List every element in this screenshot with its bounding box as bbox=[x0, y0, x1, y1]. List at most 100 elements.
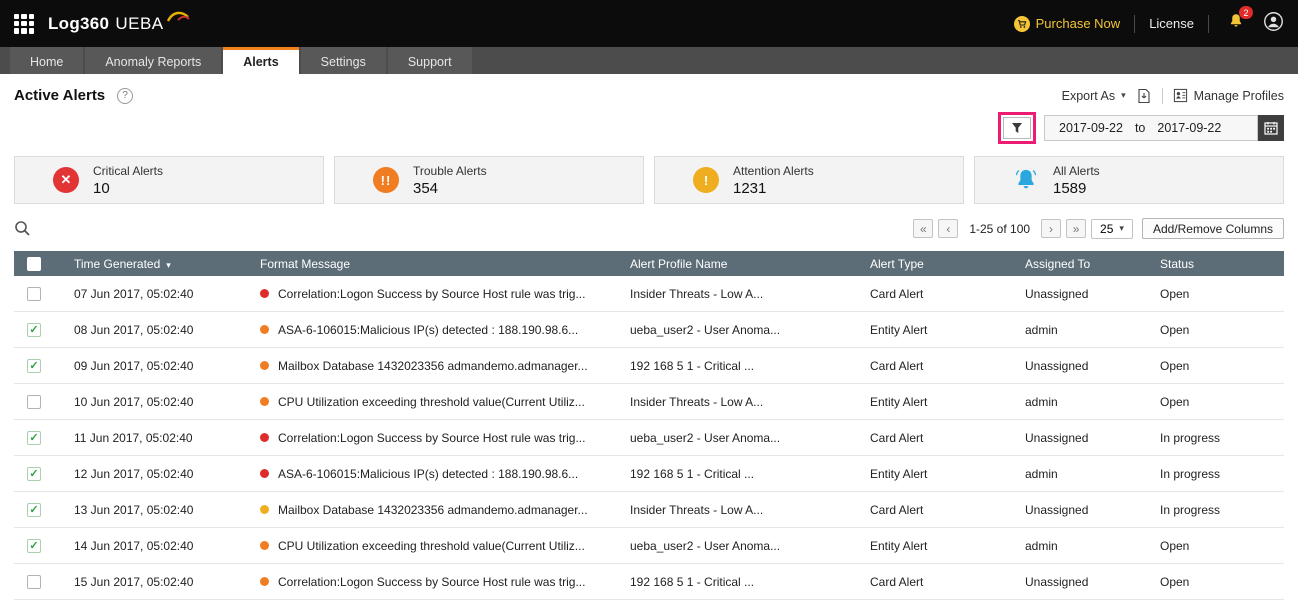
tab-alerts[interactable]: Alerts bbox=[223, 47, 298, 74]
card-count: 354 bbox=[413, 180, 487, 197]
filter-button[interactable] bbox=[1003, 117, 1031, 139]
tab-settings[interactable]: Settings bbox=[301, 47, 386, 74]
attention-alerts-card[interactable]: ! Attention Alerts 1231 bbox=[654, 156, 964, 204]
time-generated-cell: 10 Jun 2017, 05:02:40 bbox=[64, 395, 250, 409]
select-all-checkbox[interactable] bbox=[27, 257, 41, 271]
row-checkbox[interactable] bbox=[27, 287, 41, 301]
row-checkbox[interactable]: ✓ bbox=[27, 503, 41, 517]
add-remove-columns-button[interactable]: Add/Remove Columns bbox=[1142, 218, 1284, 239]
format-message-text: ASA-6-106015:Malicious IP(s) detected : … bbox=[278, 467, 578, 481]
date-to: 2017-09-22 bbox=[1157, 121, 1221, 135]
caret-down-icon: ▾ bbox=[1119, 223, 1124, 234]
export-as-button[interactable]: Export As ▾ bbox=[1062, 89, 1126, 103]
status-cell: In progress bbox=[1150, 503, 1284, 517]
table-row[interactable]: ✓08 Jun 2017, 05:02:40ASA-6-106015:Malic… bbox=[14, 312, 1284, 348]
nav-tabs: Home Anomaly Reports Alerts Settings Sup… bbox=[0, 47, 1298, 74]
format-message-cell: Correlation:Logon Success by Source Host… bbox=[250, 287, 620, 301]
assigned-to-cell: Unassigned bbox=[1015, 503, 1150, 517]
attention-alert-icon: ! bbox=[693, 167, 719, 193]
severity-dot-icon bbox=[260, 469, 269, 478]
notifications-button[interactable]: 2 bbox=[1227, 12, 1245, 35]
date-range-field[interactable]: 2017-09-22 to 2017-09-22 bbox=[1044, 115, 1258, 141]
user-profile-button[interactable] bbox=[1263, 11, 1284, 37]
table-row[interactable]: 15 Jun 2017, 05:02:40Correlation:Logon S… bbox=[14, 564, 1284, 600]
table-row[interactable]: 07 Jun 2017, 05:02:40Correlation:Logon S… bbox=[14, 276, 1284, 312]
table-row[interactable]: ✓11 Jun 2017, 05:02:40Correlation:Logon … bbox=[14, 420, 1284, 456]
row-checkbox[interactable]: ✓ bbox=[27, 431, 41, 445]
page-title: Active Alerts bbox=[14, 87, 105, 104]
column-alert-type[interactable]: Alert Type bbox=[860, 257, 1015, 271]
card-label: All Alerts bbox=[1053, 164, 1100, 178]
filter-row: 2017-09-22 to 2017-09-22 bbox=[0, 106, 1298, 154]
table-row[interactable]: ✓12 Jun 2017, 05:02:40ASA-6-106015:Malic… bbox=[14, 456, 1284, 492]
critical-alerts-card[interactable]: ✕ Critical Alerts 10 bbox=[14, 156, 324, 204]
topbar-right: Purchase Now License 2 bbox=[1014, 11, 1284, 37]
format-message-text: Mailbox Database 1432023356 admandemo.ad… bbox=[278, 503, 588, 517]
table-row[interactable]: ✓14 Jun 2017, 05:02:40CPU Utilization ex… bbox=[14, 528, 1284, 564]
card-count: 1231 bbox=[733, 180, 814, 197]
severity-dot-icon bbox=[260, 505, 269, 514]
row-checkbox[interactable] bbox=[27, 575, 41, 589]
tab-support[interactable]: Support bbox=[388, 47, 472, 74]
status-cell: Open bbox=[1150, 287, 1284, 301]
time-generated-cell: 13 Jun 2017, 05:02:40 bbox=[64, 503, 250, 517]
help-icon[interactable]: ? bbox=[117, 88, 133, 104]
alert-profile-name-cell: ueba_user2 - User Anoma... bbox=[620, 323, 860, 337]
card-count: 1589 bbox=[1053, 180, 1100, 197]
alert-type-cell: Card Alert bbox=[860, 359, 1015, 373]
assigned-to-cell: Unassigned bbox=[1015, 575, 1150, 589]
tab-home[interactable]: Home bbox=[10, 47, 83, 74]
all-alerts-card[interactable]: All Alerts 1589 bbox=[974, 156, 1284, 204]
search-icon[interactable] bbox=[14, 220, 31, 237]
column-assigned-to[interactable]: Assigned To bbox=[1015, 257, 1150, 271]
column-alert-profile-name[interactable]: Alert Profile Name bbox=[620, 257, 860, 271]
row-checkbox[interactable] bbox=[27, 395, 41, 409]
format-message-text: Correlation:Logon Success by Source Host… bbox=[278, 287, 585, 301]
manage-profiles-button[interactable]: Manage Profiles bbox=[1173, 88, 1284, 103]
format-message-cell: Correlation:Logon Success by Source Host… bbox=[250, 575, 620, 589]
purchase-now-label: Purchase Now bbox=[1036, 16, 1121, 31]
page-size-select[interactable]: 25 ▾ bbox=[1091, 219, 1133, 239]
tab-anomaly-reports[interactable]: Anomaly Reports bbox=[85, 47, 221, 74]
format-message-cell: Mailbox Database 1432023356 admandemo.ad… bbox=[250, 503, 620, 517]
date-from: 2017-09-22 bbox=[1059, 121, 1123, 135]
row-checkbox[interactable]: ✓ bbox=[27, 323, 41, 337]
date-range-separator: to bbox=[1135, 121, 1145, 135]
format-message-text: ASA-6-106015:Malicious IP(s) detected : … bbox=[278, 323, 578, 337]
table-row[interactable]: ✓09 Jun 2017, 05:02:40Mailbox Database 1… bbox=[14, 348, 1284, 384]
assigned-to-cell: Unassigned bbox=[1015, 359, 1150, 373]
calendar-button[interactable] bbox=[1258, 115, 1284, 141]
row-checkbox[interactable]: ✓ bbox=[27, 467, 41, 481]
column-time-generated[interactable]: Time Generated▾ bbox=[64, 257, 250, 271]
row-checkbox[interactable]: ✓ bbox=[27, 539, 41, 553]
brand-primary: Log360 bbox=[48, 14, 109, 34]
row-checkbox[interactable]: ✓ bbox=[27, 359, 41, 373]
purchase-now-link[interactable]: Purchase Now bbox=[1014, 16, 1121, 32]
apps-grid-icon[interactable] bbox=[14, 14, 34, 34]
alert-profile-name-cell: Insider Threats - Low A... bbox=[620, 503, 860, 517]
column-status[interactable]: Status bbox=[1150, 257, 1284, 271]
column-format-message[interactable]: Format Message bbox=[250, 257, 620, 271]
status-cell: Open bbox=[1150, 323, 1284, 337]
pagination-prev-button[interactable]: ‹ bbox=[938, 219, 958, 238]
table-row[interactable]: ✓ 13 Jun 2017, 05:02:40 Mailbox Database 1… bbox=[14, 492, 1284, 528]
topbar: Log360 UEBA Purchase Now License 2 bbox=[0, 0, 1298, 47]
pagination-next-button[interactable]: › bbox=[1041, 219, 1061, 238]
table-row[interactable]: 10 Jun 2017, 05:02:40 CPU Utilization exc… bbox=[14, 384, 1284, 420]
table-toolbar: « ‹ 1-25 of 100 › » 25 ▾ Add/Remove Colu… bbox=[0, 204, 1298, 245]
caret-down-icon: ▾ bbox=[1121, 90, 1126, 101]
status-cell: In progress bbox=[1150, 467, 1284, 481]
brand-logo: Log360 UEBA bbox=[48, 14, 190, 34]
pagination-first-button[interactable]: « bbox=[913, 219, 933, 238]
alert-type-cell: Card Alert bbox=[860, 503, 1015, 517]
format-message-text: CPU Utilization exceeding threshold valu… bbox=[278, 395, 585, 409]
export-icon[interactable] bbox=[1136, 88, 1152, 104]
alerts-table: Time Generated▾ Format Message Alert Pro… bbox=[14, 251, 1284, 600]
license-link[interactable]: License bbox=[1149, 16, 1194, 31]
trouble-alerts-card[interactable]: !! Trouble Alerts 354 bbox=[334, 156, 644, 204]
status-cell: Open bbox=[1150, 575, 1284, 589]
time-generated-cell: 15 Jun 2017, 05:02:40 bbox=[64, 575, 250, 589]
pagination-last-button[interactable]: » bbox=[1066, 219, 1086, 238]
page-size-value: 25 bbox=[1100, 222, 1113, 236]
alert-type-cell: Entity Alert bbox=[860, 395, 1015, 409]
